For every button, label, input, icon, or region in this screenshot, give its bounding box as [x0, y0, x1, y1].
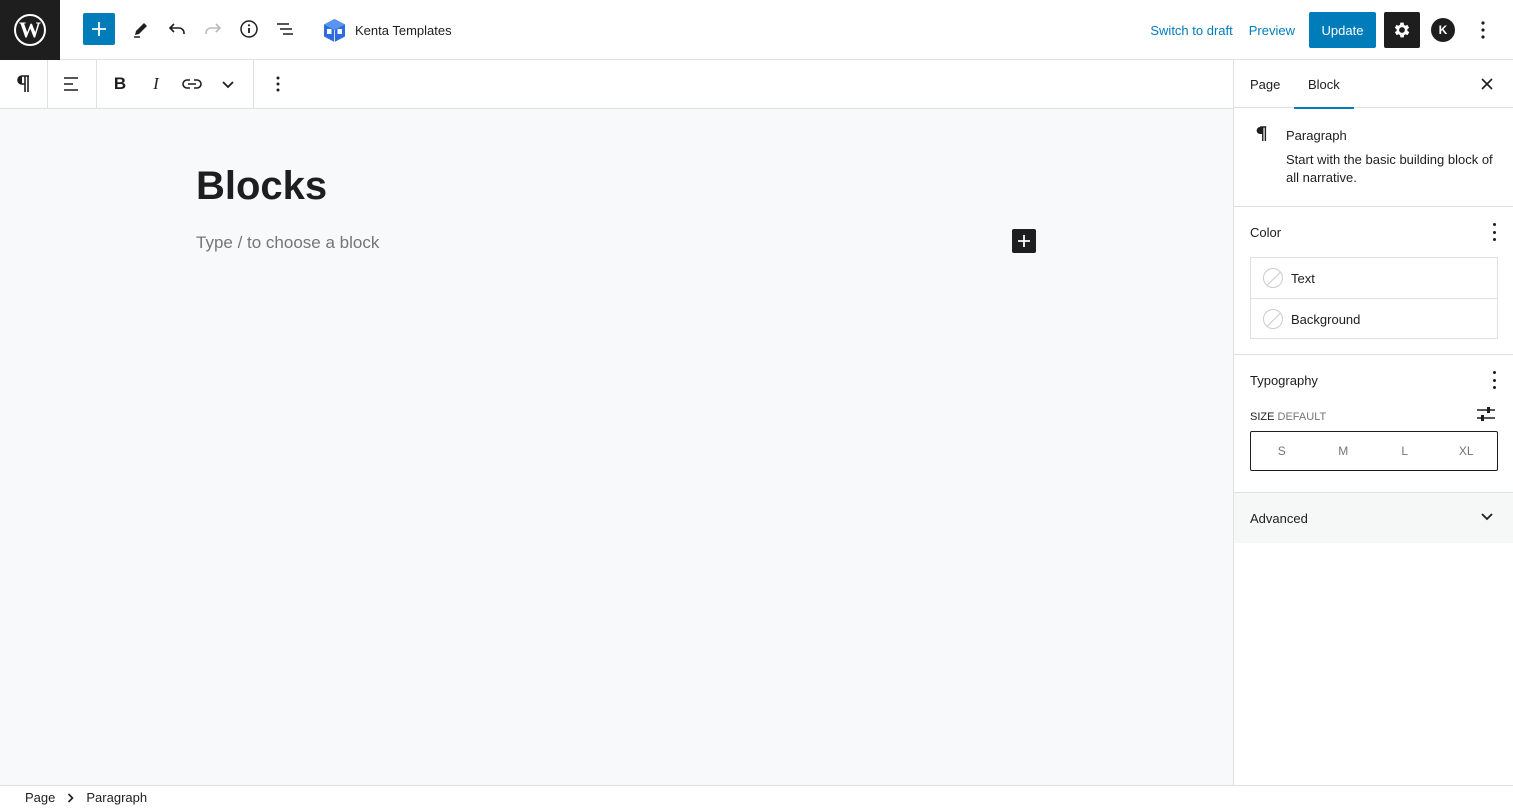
typography-panel: Typography Size Default S M L XL: [1234, 355, 1513, 493]
bold-button[interactable]: B: [102, 66, 138, 102]
wordpress-icon: W: [14, 14, 46, 46]
preview-button[interactable]: Preview: [1242, 23, 1302, 38]
settings-sidebar: Page Block Paragraph Start with the basi…: [1233, 60, 1513, 785]
empty-swatch-icon: [1263, 268, 1283, 288]
align-button[interactable]: [53, 66, 89, 102]
align-icon: [64, 77, 78, 91]
info-icon: [240, 20, 258, 38]
italic-button[interactable]: I: [138, 66, 174, 102]
link-icon: [182, 79, 202, 89]
breadcrumb-item-page[interactable]: Page: [25, 790, 55, 805]
chevron-down-icon: [222, 81, 234, 89]
empty-swatch-icon: [1263, 309, 1283, 329]
paragraph-transform-button[interactable]: [5, 66, 41, 102]
plus-icon: [1018, 235, 1030, 247]
site-title-button[interactable]: Kenta Templates: [322, 15, 452, 45]
size-option-s[interactable]: S: [1251, 432, 1313, 470]
typography-panel-title: Typography: [1250, 373, 1318, 388]
link-button[interactable]: [174, 66, 210, 102]
empty-paragraph-block[interactable]: Type / to choose a block: [196, 233, 379, 253]
color-text-label: Text: [1291, 270, 1315, 286]
color-panel-title: Color: [1250, 225, 1282, 240]
font-size-label: Size Default: [1250, 411, 1327, 423]
color-background-item[interactable]: Background: [1251, 298, 1497, 339]
pencil-icon: [134, 23, 147, 38]
breadcrumb: Page Paragraph: [0, 785, 1513, 809]
add-block-button[interactable]: [83, 13, 115, 45]
color-background-label: Background: [1291, 311, 1361, 327]
block-options-button[interactable]: [260, 66, 296, 102]
size-option-xl[interactable]: XL: [1436, 432, 1498, 470]
options-button[interactable]: [1471, 21, 1495, 39]
plus-icon: [92, 22, 106, 36]
list-view-icon: [277, 23, 293, 35]
switch-to-draft-button[interactable]: Switch to draft: [1143, 23, 1239, 38]
paragraph-icon: [1254, 125, 1268, 149]
redo-icon: [205, 23, 222, 34]
page-title[interactable]: Blocks: [196, 164, 327, 209]
more-formatting-button[interactable]: [210, 66, 246, 102]
editor-header: W Kenta Templates Switch to draft Previe…: [0, 0, 1513, 60]
sidebar-tabs: Page Block: [1234, 60, 1513, 109]
chevron-right-icon: [67, 792, 75, 803]
color-list: Text Background: [1250, 257, 1498, 339]
bold-icon: B: [113, 74, 127, 93]
redo-button[interactable]: [197, 12, 229, 46]
size-option-l[interactable]: L: [1374, 432, 1436, 470]
paragraph-icon: [17, 75, 29, 92]
tab-block[interactable]: Block: [1294, 60, 1354, 109]
vertical-ellipsis-icon: [1481, 21, 1485, 39]
gear-icon: [1394, 22, 1410, 38]
more-options-icon: [276, 76, 280, 92]
list-view-button[interactable]: [269, 12, 301, 46]
settings-button[interactable]: [1384, 12, 1420, 48]
breadcrumb-item-paragraph[interactable]: Paragraph: [86, 790, 147, 805]
size-option-m[interactable]: M: [1313, 432, 1375, 470]
block-name: Paragraph: [1286, 128, 1347, 143]
typography-options-button[interactable]: [1492, 371, 1496, 389]
undo-button[interactable]: [161, 12, 193, 46]
avatar[interactable]: K: [1431, 18, 1455, 42]
block-card: Paragraph Start with the basic building …: [1234, 108, 1513, 207]
block-description: Start with the basic building block of a…: [1286, 152, 1493, 185]
close-sidebar-button[interactable]: [1475, 72, 1499, 96]
block-inserter-button[interactable]: [1012, 229, 1036, 253]
wordpress-logo[interactable]: W: [0, 0, 60, 60]
tab-page[interactable]: Page: [1250, 60, 1280, 108]
tools-button[interactable]: [125, 12, 157, 46]
undo-icon: [168, 23, 185, 34]
kenta-blocks-icon: [324, 18, 345, 42]
font-size-picker: S M L XL: [1250, 431, 1498, 471]
advanced-panel-title: Advanced: [1250, 510, 1308, 526]
details-button[interactable]: [233, 12, 265, 46]
color-panel: Color Text Background: [1234, 207, 1513, 355]
editor-canvas: Blocks Type / to choose a block: [0, 109, 1233, 785]
color-text-item[interactable]: Text: [1251, 258, 1497, 298]
font-size-value: Default: [1277, 411, 1327, 423]
custom-size-sliders-icon[interactable]: [1476, 406, 1496, 422]
italic-icon: I: [153, 74, 159, 93]
color-options-button[interactable]: [1492, 223, 1496, 241]
site-name: Kenta Templates: [355, 22, 452, 38]
block-toolbar: B I: [0, 60, 1233, 109]
update-button[interactable]: Update: [1309, 12, 1376, 48]
advanced-panel[interactable]: Advanced: [1234, 493, 1513, 543]
chevron-down-icon: [1481, 513, 1493, 521]
close-icon: [1481, 78, 1493, 90]
